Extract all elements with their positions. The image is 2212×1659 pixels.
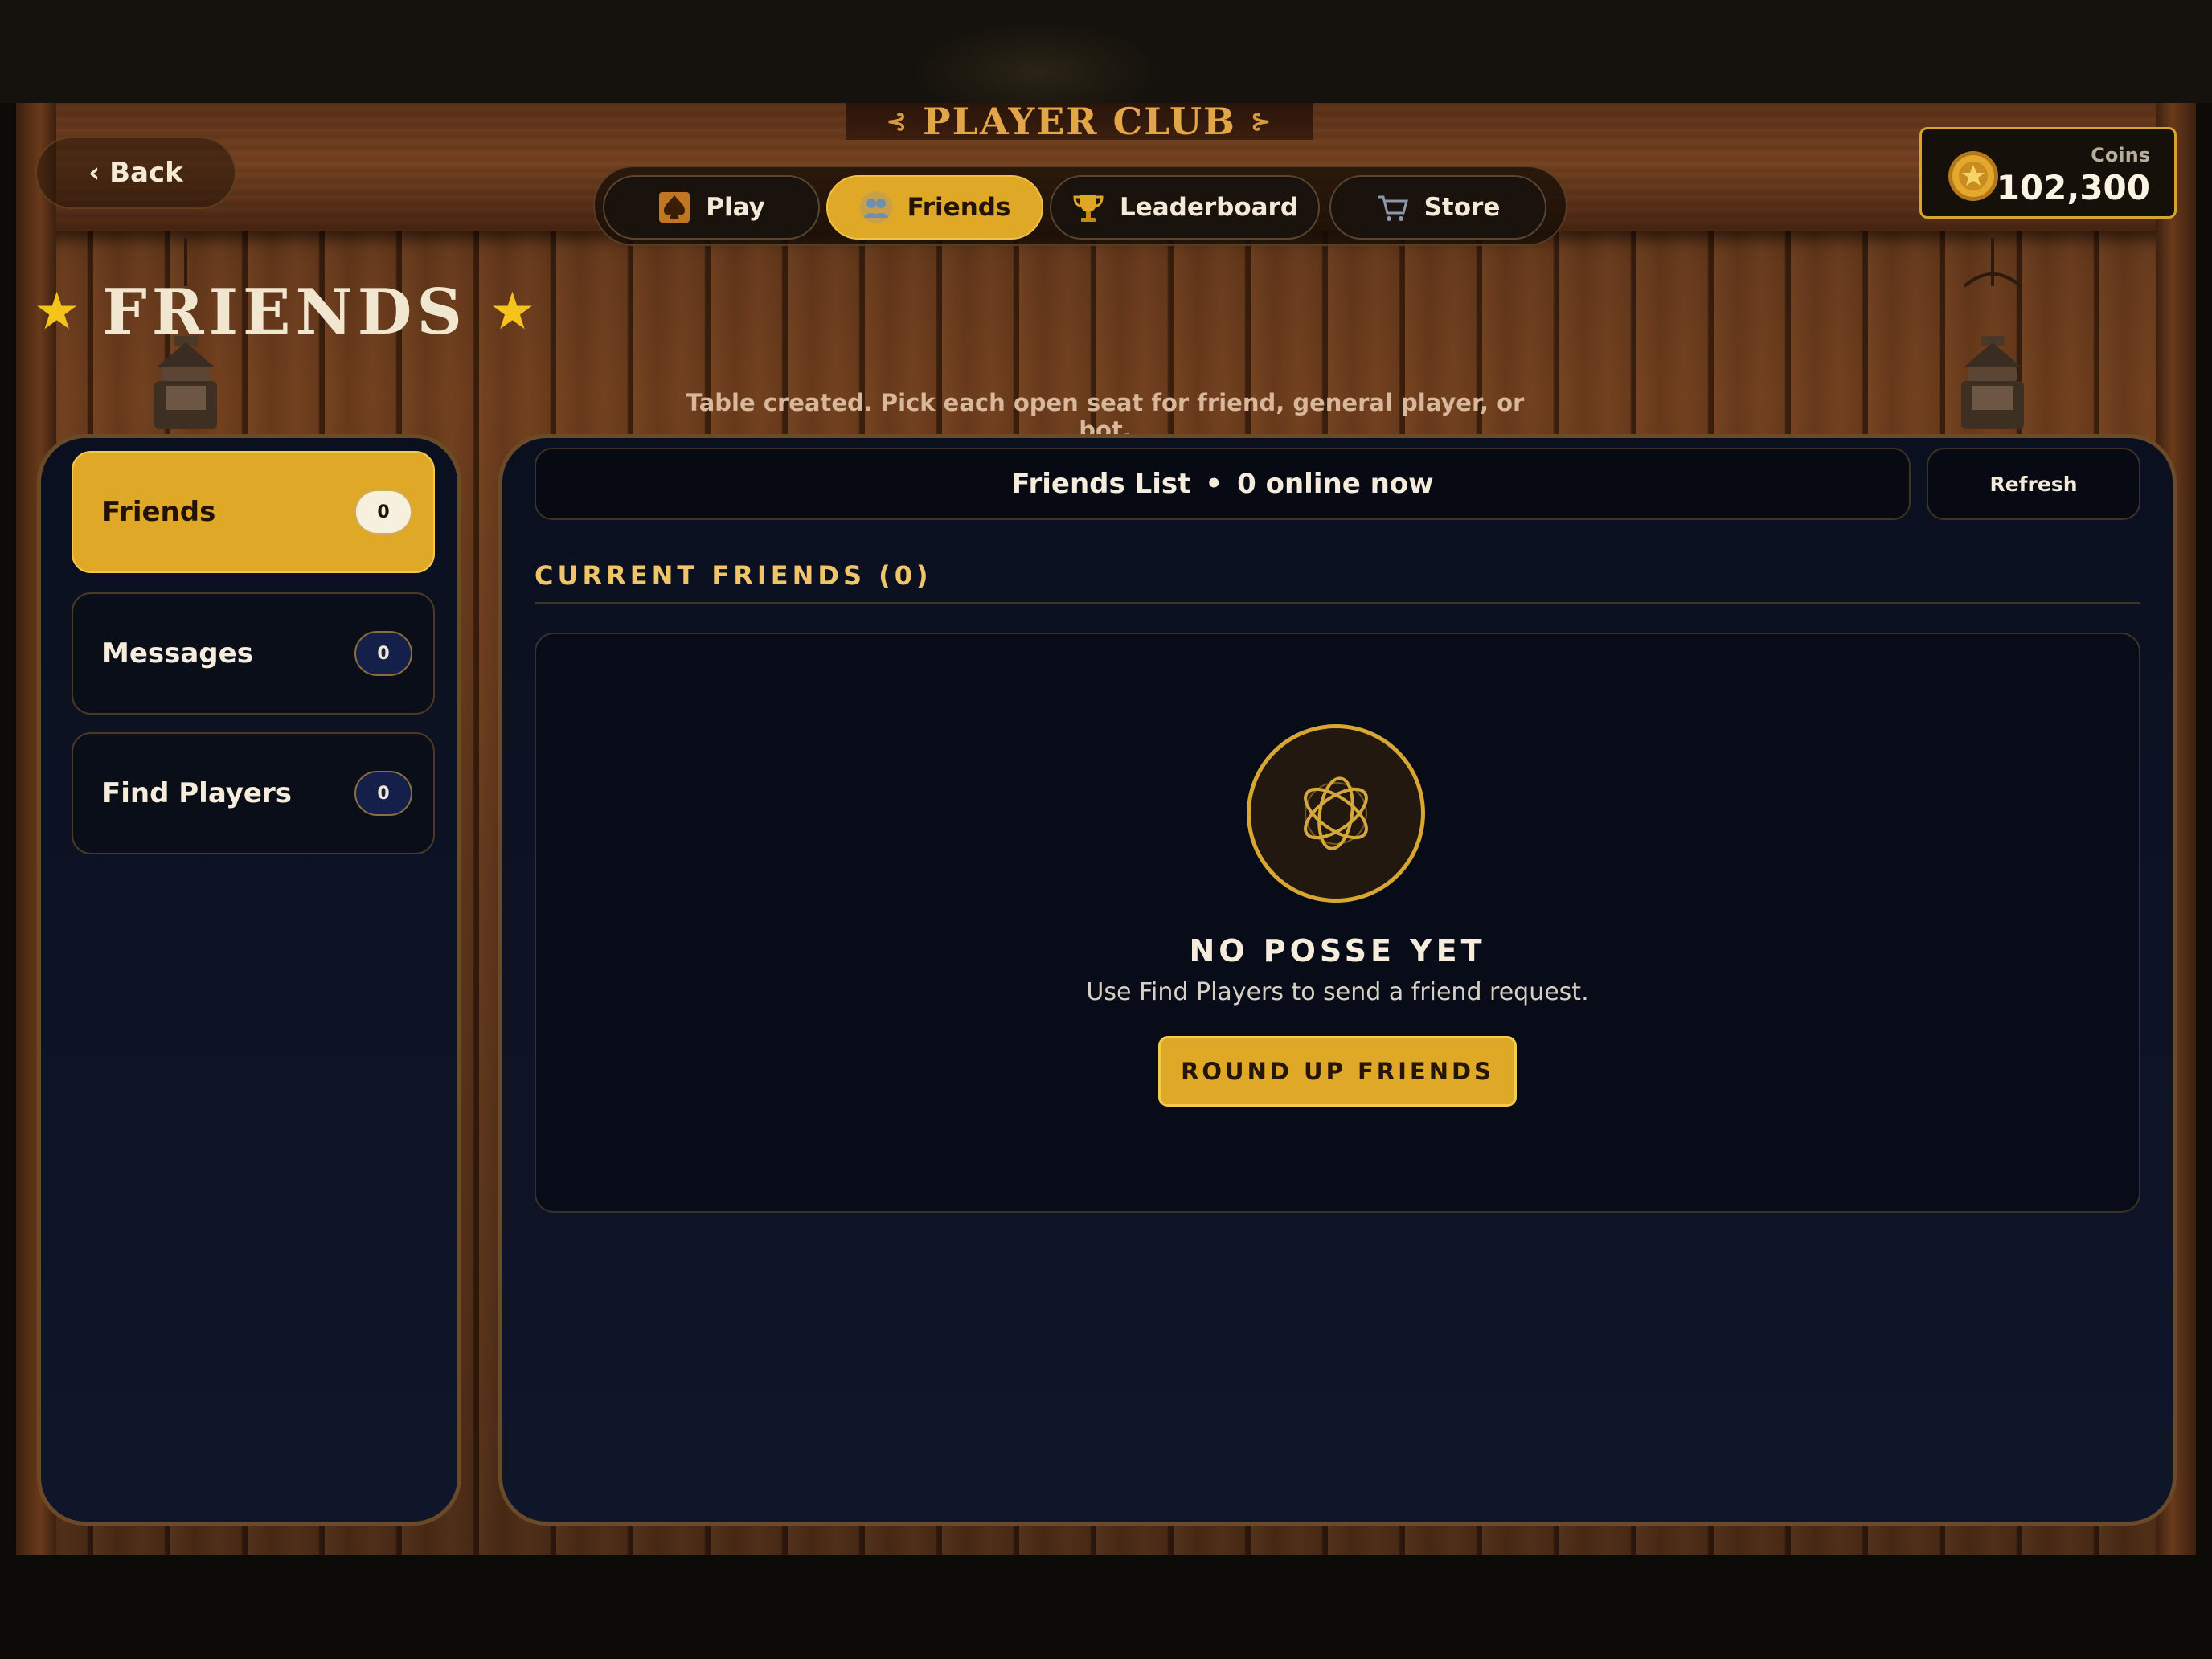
letterbox-top [0,0,2212,103]
empty-state-subtitle: Use Find Players to send a friend reques… [1086,978,1589,1006]
ornament-left-icon: ⊰ [886,107,909,136]
refresh-button[interactable]: Refresh [1927,448,2140,520]
friends-list-title: Friends List [1011,468,1191,500]
tab-leaderboard[interactable]: Leaderboard [1050,175,1320,240]
empty-state-card: NO POSSE YET Use Find Players to send a … [535,633,2140,1213]
star-right-icon: ★ [489,282,536,342]
friends-icon [859,191,892,223]
sidebar-item-friends[interactable]: Friends 0 [72,451,435,573]
main-nav: Play Friends Leaderboard Store [593,166,1567,246]
coins-balance: Coins 102,300 [1919,127,2177,219]
round-up-friends-button[interactable]: ROUND UP FRIENDS [1158,1036,1517,1107]
tab-friends[interactable]: Friends [826,175,1043,240]
friends-list-header: Friends List • 0 online now [535,448,1911,520]
lantern-right-icon [1961,238,2024,429]
sidebar-item-label: Friends [102,496,216,528]
player-club-banner: ⊰ PLAYER CLUB ⊱ [846,100,1313,143]
spade-icon [659,192,690,223]
tab-leaderboard-label: Leaderboard [1119,193,1299,222]
sidebar-item-messages[interactable]: Messages 0 [72,592,435,715]
tab-store-label: Store [1423,193,1501,222]
cart-icon [1378,195,1408,221]
sidebar-item-label: Find Players [102,777,292,809]
sidebar-item-label: Messages [102,637,253,670]
coin-icon [1948,151,1998,201]
section-divider [535,602,2140,604]
tab-play-label: Play [706,193,765,222]
tab-friends-label: Friends [907,193,1011,222]
separator-dot: • [1205,468,1223,500]
count-badge: 0 [354,631,412,676]
letterbox-bottom [0,1555,2212,1659]
back-button[interactable]: ‹ Back [35,137,236,209]
friends-panel: Friends List • 0 online now Refresh CURR… [498,434,2177,1526]
empty-state-emblem [1247,724,1425,903]
orbit-icon [1304,776,1368,850]
sidebar-item-find-players[interactable]: Find Players 0 [72,732,435,854]
online-status: 0 online now [1237,468,1434,500]
page-title: ★ FRIENDS ★ [34,272,535,352]
page-title-text: FRIENDS [102,275,467,349]
count-badge: 0 [354,771,412,816]
star-left-icon: ★ [34,282,80,342]
trophy-icon [1073,195,1104,222]
tab-store[interactable]: Store [1329,175,1546,240]
sidebar: Friends 0 Messages 0 Find Players 0 [37,434,461,1526]
coins-value: 102,300 [1996,168,2150,207]
tab-play[interactable]: Play [603,175,820,240]
coins-label: Coins [2091,144,2150,166]
club-title: PLAYER CLUB [923,100,1236,143]
count-badge: 0 [354,490,412,535]
section-heading: CURRENT FRIENDS (0) [535,560,932,591]
empty-state-title: NO POSSE YET [1189,933,1486,969]
ornament-right-icon: ⊱ [1250,107,1273,136]
